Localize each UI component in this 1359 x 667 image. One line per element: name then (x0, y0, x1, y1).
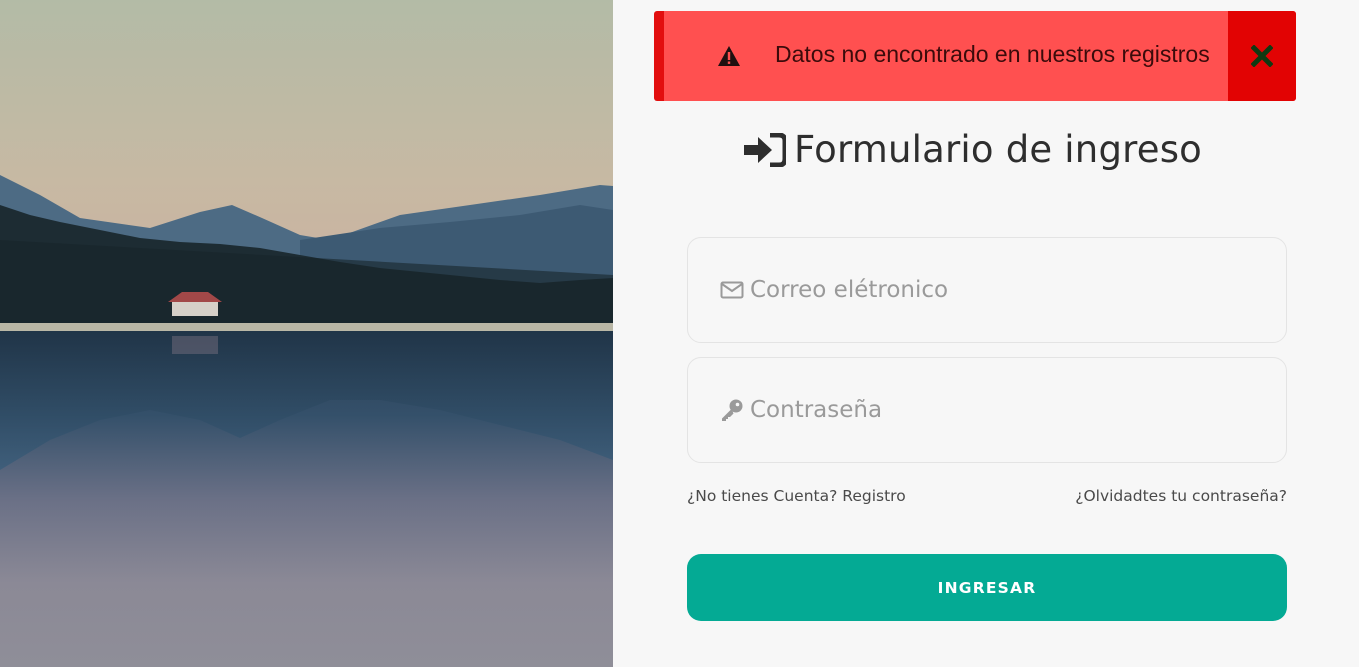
background-landscape-image (0, 0, 613, 667)
form-title: Formulario de ingreso (744, 128, 1202, 171)
form-links: ¿No tienes Cuenta? Registro ¿Olvidadtes … (687, 487, 1287, 505)
forgot-password-link[interactable]: ¿Olvidadtes tu contraseña? (1075, 487, 1287, 505)
login-panel: Datos no encontrado en nuestros registro… (613, 0, 1359, 667)
email-field[interactable] (750, 277, 1270, 303)
close-icon (1251, 45, 1273, 67)
key-icon (722, 399, 743, 421)
page-title: Formulario de ingreso (794, 128, 1203, 171)
password-field-container (687, 357, 1287, 463)
alert-close-button[interactable] (1228, 11, 1296, 101)
envelope-icon (720, 281, 744, 299)
sign-in-icon (744, 132, 786, 167)
register-link[interactable]: ¿No tienes Cuenta? Registro (687, 487, 906, 505)
submit-button[interactable]: INGRESAR (687, 554, 1287, 621)
email-field-container (687, 237, 1287, 343)
alert-message: Datos no encontrado en nuestros registro… (775, 41, 1210, 67)
password-field[interactable] (750, 397, 1270, 423)
error-alert: Datos no encontrado en nuestros registro… (654, 11, 1296, 101)
warning-icon (718, 46, 740, 66)
